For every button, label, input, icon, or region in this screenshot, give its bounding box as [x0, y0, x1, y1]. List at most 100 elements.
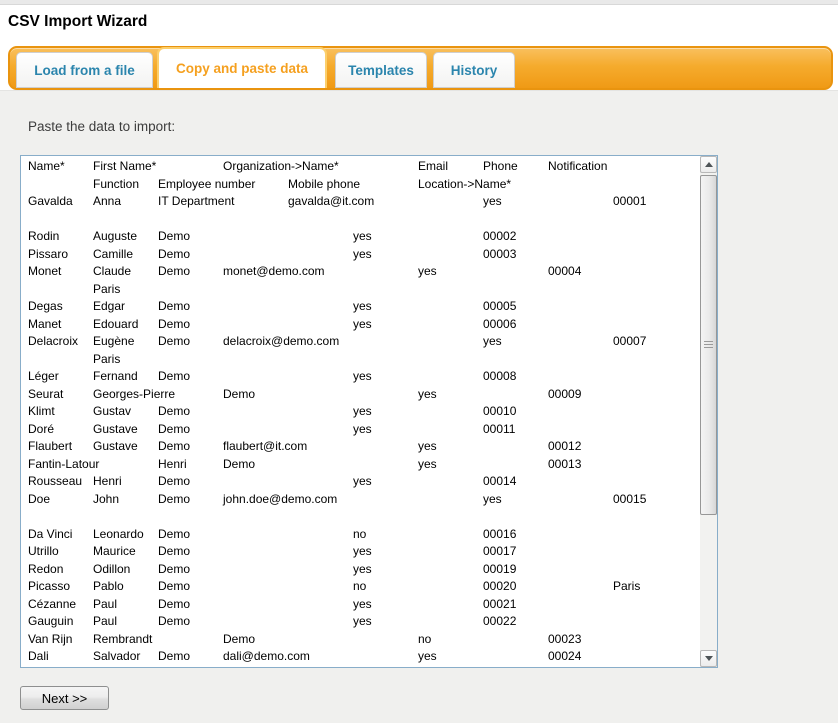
paste-cell: 00017	[483, 544, 516, 558]
paste-cell: yes	[353, 299, 372, 313]
paste-cell: Demo	[223, 457, 255, 471]
paste-line: FlaubertGustaveDemoflaubert@it.comyes000…	[21, 439, 700, 457]
paste-cell: Demo	[158, 369, 190, 383]
scrollbar-up-button[interactable]	[700, 156, 717, 173]
paste-cell: yes	[353, 247, 372, 261]
paste-cell: yes	[353, 369, 372, 383]
paste-cell: Dali	[28, 649, 49, 663]
paste-cell: 00014	[483, 474, 516, 488]
paste-cell: Paris	[93, 352, 120, 366]
paste-cell: Demo	[158, 422, 190, 436]
paste-cell: Demo	[158, 544, 190, 558]
paste-cell: Delacroix	[28, 334, 78, 348]
paste-cell: monet@demo.com	[223, 264, 325, 278]
paste-cell: Gustave	[93, 439, 138, 453]
tab-load-from-file[interactable]: Load from a file	[16, 52, 153, 88]
vertical-scrollbar[interactable]	[700, 156, 717, 667]
paste-cell: Camille	[93, 247, 133, 261]
paste-cell: Maurice	[93, 544, 136, 558]
paste-cell: Organization->Name*	[223, 159, 339, 173]
paste-cell: 00011	[483, 422, 515, 436]
scrollbar-down-button[interactable]	[700, 650, 717, 667]
paste-cell: First Name*	[93, 159, 156, 173]
paste-cell: 00006	[483, 317, 516, 331]
paste-cell: Demo	[158, 562, 190, 576]
paste-line: Paris	[21, 352, 700, 370]
paste-line: DelacroixEugèneDemodelacroix@demo.comyes…	[21, 334, 700, 352]
scrollbar-thumb[interactable]	[700, 175, 717, 515]
tab-label: History	[451, 63, 498, 78]
paste-cell: Gustave	[93, 422, 138, 436]
paste-line: ManetEdouardDemoyes00006	[21, 317, 700, 335]
paste-cell: Demo	[158, 334, 190, 348]
paste-cell: dali@demo.com	[223, 649, 310, 663]
paste-cell: yes	[418, 387, 437, 401]
paste-cell: yes	[483, 194, 502, 208]
paste-cell: delacroix@demo.com	[223, 334, 339, 348]
paste-line: PicassoPabloDemono00020Paris	[21, 579, 700, 597]
paste-cell: 00008	[483, 369, 516, 383]
paste-cell: 00013	[548, 457, 581, 471]
paste-cell: 00001	[613, 194, 646, 208]
paste-cell: yes	[353, 229, 372, 243]
next-button[interactable]: Next >>	[20, 686, 109, 710]
paste-cell: Picasso	[28, 579, 70, 593]
tab-templates[interactable]: Templates	[335, 52, 427, 88]
paste-cell: John	[93, 492, 119, 506]
paste-cell: Flaubert	[28, 439, 72, 453]
paste-cell: Van Rijn	[28, 632, 72, 646]
paste-cell: no	[353, 527, 366, 541]
paste-cell: 00015	[613, 492, 646, 506]
paste-cell: Da Vinci	[28, 527, 72, 541]
tab-label: Load from a file	[34, 63, 135, 78]
paste-cell: Henri	[158, 457, 187, 471]
paste-cell: Fantin-Latour	[28, 457, 99, 471]
paste-cell: Demo	[158, 614, 190, 628]
paste-line: Da VinciLeonardoDemono00016	[21, 527, 700, 545]
paste-data-textarea[interactable]: Name*First Name*Organization->Name*Email…	[20, 155, 718, 668]
paste-cell: 00004	[548, 264, 581, 278]
paste-cell: 00019	[483, 562, 516, 576]
paste-cell: Demo	[158, 597, 190, 611]
paste-line: RousseauHenriDemoyes00014	[21, 474, 700, 492]
paste-line: MonetClaudeDemomonet@demo.comyes00004	[21, 264, 700, 282]
paste-cell: john.doe@demo.com	[223, 492, 337, 506]
paste-cell: 00023	[548, 632, 581, 646]
paste-line	[21, 509, 700, 527]
paste-cell: Georges-Pierre	[93, 387, 175, 401]
paste-cell: yes	[483, 334, 502, 348]
paste-cell: yes	[353, 317, 372, 331]
paste-cell: yes	[418, 264, 437, 278]
paste-cell: Seurat	[28, 387, 63, 401]
paste-cell: Mobile phone	[288, 177, 360, 191]
paste-cell: yes	[418, 649, 437, 663]
paste-line: FunctionEmployee numberMobile phoneLocat…	[21, 177, 700, 195]
paste-cell: Demo	[158, 649, 190, 663]
paste-cell: Paul	[93, 614, 117, 628]
paste-cell: Demo	[223, 387, 255, 401]
paste-cell: gavalda@it.com	[288, 194, 374, 208]
paste-cell: 00020	[483, 579, 516, 593]
paste-cell: Gavalda	[28, 194, 73, 208]
paste-line: LégerFernandDemoyes00008	[21, 369, 700, 387]
paste-line: DoeJohnDemojohn.doe@demo.comyes00015	[21, 492, 700, 510]
thumb-grip	[704, 341, 713, 349]
paste-cell: Fernand	[93, 369, 138, 383]
paste-line: GavaldaAnnaIT Departmentgavalda@it.comye…	[21, 194, 700, 212]
paste-cell: Utrillo	[28, 544, 59, 558]
paste-data-content: Name*First Name*Organization->Name*Email…	[21, 156, 700, 667]
paste-cell: yes	[353, 474, 372, 488]
paste-cell: Manet	[28, 317, 61, 331]
paste-cell: 00022	[483, 614, 516, 628]
paste-cell: Phone	[483, 159, 518, 173]
paste-cell: Degas	[28, 299, 63, 313]
window-top-strip	[0, 0, 838, 5]
tab-copy-and-paste-data[interactable]: Copy and paste data	[157, 47, 327, 88]
paste-cell: Location->Name*	[418, 177, 511, 191]
paste-cell: Pissaro	[28, 247, 68, 261]
paste-cell: 00007	[613, 334, 646, 348]
tab-history[interactable]: History	[433, 52, 515, 88]
paste-line: DaliSalvadorDemodali@demo.comyes00024	[21, 649, 700, 667]
paste-cell: Doe	[28, 492, 50, 506]
paste-line: Paris	[21, 282, 700, 300]
